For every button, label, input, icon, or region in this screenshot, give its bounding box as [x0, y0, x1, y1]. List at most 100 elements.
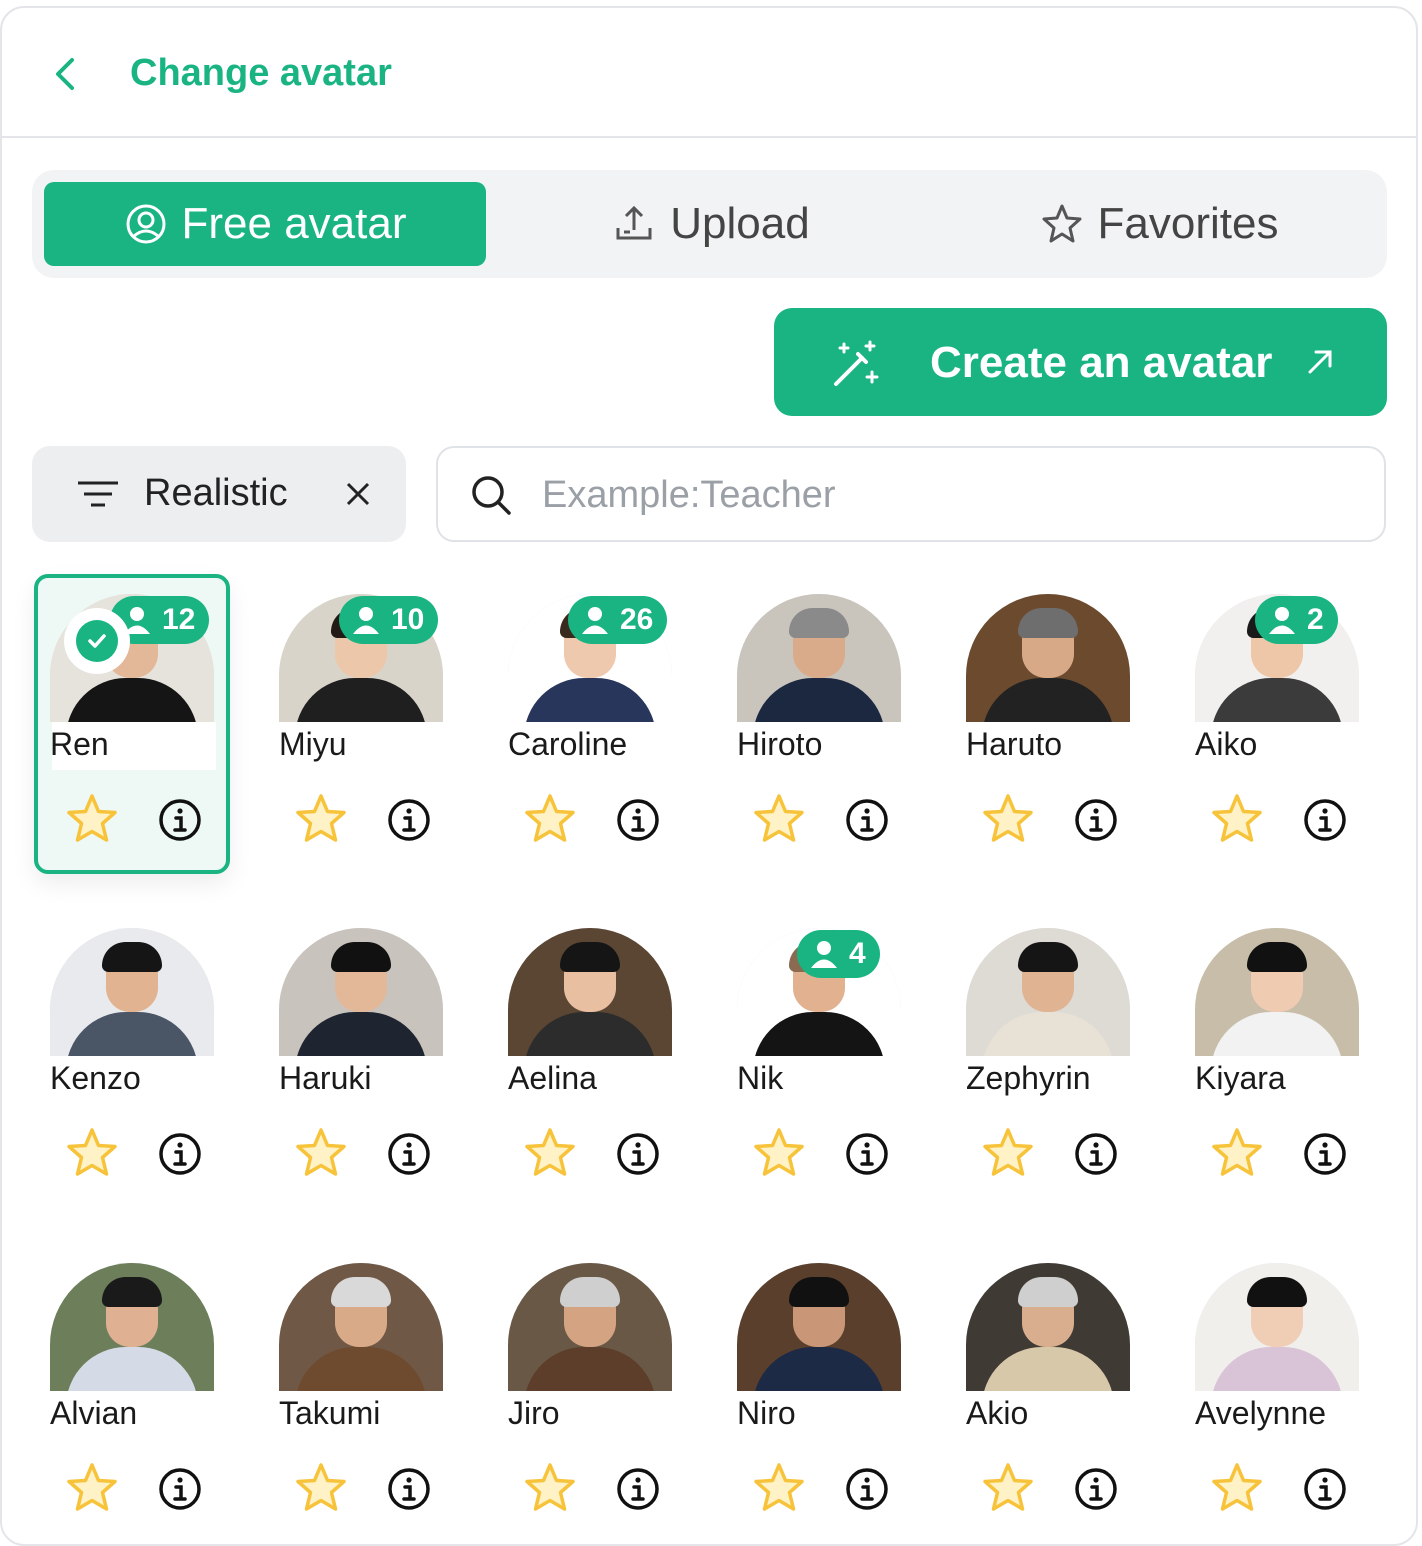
- favorite-star-icon[interactable]: [1209, 1461, 1265, 1517]
- info-icon[interactable]: [845, 1467, 889, 1511]
- info-icon[interactable]: [845, 798, 889, 842]
- usage-count: 2: [1307, 603, 1324, 636]
- info-icon[interactable]: [1074, 798, 1118, 842]
- avatar-thumbnail: [50, 1263, 214, 1391]
- favorite-star-icon[interactable]: [522, 1461, 578, 1517]
- avatar-thumbnail: [279, 1263, 443, 1391]
- avatar-thumbnail: [279, 928, 443, 1056]
- avatar-card-kiyara[interactable]: Kiyara: [1179, 908, 1375, 1208]
- avatar-thumbnail: [1195, 1263, 1359, 1391]
- favorite-star-icon[interactable]: [751, 1126, 807, 1182]
- usage-count: 4: [849, 937, 866, 970]
- info-icon[interactable]: [1303, 1132, 1347, 1176]
- info-icon[interactable]: [1303, 798, 1347, 842]
- info-icon[interactable]: [1074, 1467, 1118, 1511]
- style-filter-chip[interactable]: Realistic: [32, 446, 406, 542]
- upload-icon: [616, 205, 652, 240]
- tab-upload[interactable]: Upload: [486, 182, 936, 266]
- info-icon[interactable]: [616, 1132, 660, 1176]
- tab-free-avatar-label: Free avatar: [181, 199, 407, 248]
- favorite-star-icon[interactable]: [751, 792, 807, 848]
- usage-count-badge: 26: [568, 596, 668, 644]
- avatar-name: Kenzo: [50, 1060, 141, 1096]
- info-icon[interactable]: [158, 1467, 202, 1511]
- person-icon: [351, 605, 381, 635]
- avatar-card-aelina[interactable]: Aelina: [492, 908, 688, 1208]
- avatar-card-takumi[interactable]: Takumi: [263, 1243, 459, 1543]
- favorite-star-icon[interactable]: [522, 792, 578, 848]
- person-icon: [580, 605, 610, 635]
- info-icon[interactable]: [616, 798, 660, 842]
- usage-count: 12: [162, 603, 196, 636]
- favorite-star-icon[interactable]: [293, 1126, 349, 1182]
- star-outline-icon: [1042, 204, 1082, 243]
- avatar-card-caroline[interactable]: Caroline 26: [492, 574, 688, 874]
- avatar-card-kenzo[interactable]: Kenzo: [34, 908, 230, 1208]
- info-icon[interactable]: [387, 1132, 431, 1176]
- panel-header: Change avatar: [2, 8, 1416, 138]
- info-icon[interactable]: [616, 1467, 660, 1511]
- info-icon[interactable]: [1303, 1467, 1347, 1511]
- avatar-thumbnail: [50, 928, 214, 1056]
- favorite-star-icon[interactable]: [64, 792, 120, 848]
- avatar-name: Takumi: [279, 1395, 381, 1431]
- info-icon[interactable]: [387, 1467, 431, 1511]
- create-avatar-label: Create an avatar: [930, 338, 1273, 387]
- info-icon[interactable]: [1074, 1132, 1118, 1176]
- avatar-card-hiroto[interactable]: Hiroto: [721, 574, 917, 874]
- avatar-card-jiro[interactable]: Jiro: [492, 1243, 688, 1543]
- info-icon[interactable]: [158, 798, 202, 842]
- avatar-card-miyu[interactable]: Miyu 10: [263, 574, 459, 874]
- favorite-star-icon[interactable]: [64, 1126, 120, 1182]
- avatar-card-alvian[interactable]: Alvian: [34, 1243, 230, 1543]
- avatar-name: Ren: [50, 726, 109, 762]
- person-icon: [809, 939, 839, 969]
- avatar-card-avelynne[interactable]: Avelynne: [1179, 1243, 1375, 1543]
- avatar-name: Haruto: [966, 726, 1063, 762]
- avatar-name: Haruki: [279, 1060, 372, 1096]
- close-icon[interactable]: [344, 480, 372, 508]
- usage-count-badge: 4: [797, 930, 880, 978]
- usage-count-badge: 10: [339, 596, 439, 644]
- create-avatar-button[interactable]: Create an avatar: [774, 308, 1387, 416]
- favorite-star-icon[interactable]: [980, 1461, 1036, 1517]
- info-icon[interactable]: [387, 798, 431, 842]
- favorite-star-icon[interactable]: [522, 1126, 578, 1182]
- avatar-name: Kiyara: [1195, 1060, 1286, 1096]
- avatar-card-haruto[interactable]: Haruto: [950, 574, 1146, 874]
- avatar-card-haruki[interactable]: Haruki: [263, 908, 459, 1208]
- avatar-thumbnail: [508, 1263, 672, 1391]
- tab-free-avatar[interactable]: Free avatar: [44, 182, 486, 266]
- change-avatar-panel: Change avatar Free avatar Upload Favorit…: [0, 6, 1418, 1546]
- selected-check-icon: [64, 608, 130, 674]
- favorite-star-icon[interactable]: [980, 1126, 1036, 1182]
- favorite-star-icon[interactable]: [293, 1461, 349, 1517]
- avatar-card-nik[interactable]: Nik 4: [721, 908, 917, 1208]
- avatar-card-niro[interactable]: Niro: [721, 1243, 917, 1543]
- info-icon[interactable]: [845, 1132, 889, 1176]
- avatar-name: Caroline: [508, 726, 628, 762]
- favorite-star-icon[interactable]: [751, 1461, 807, 1517]
- favorite-star-icon[interactable]: [64, 1461, 120, 1517]
- avatar-card-aiko[interactable]: Aiko 2: [1179, 574, 1375, 874]
- tab-favorites[interactable]: Favorites: [936, 182, 1382, 266]
- favorite-star-icon[interactable]: [1209, 1126, 1265, 1182]
- usage-count-badge: 2: [1255, 596, 1338, 644]
- favorite-star-icon[interactable]: [293, 792, 349, 848]
- filter-lines-icon: [78, 481, 118, 507]
- avatar-name: Akio: [966, 1395, 1029, 1431]
- magic-wand-icon: [834, 340, 879, 386]
- page-title: Change avatar: [130, 52, 392, 94]
- favorite-star-icon[interactable]: [1209, 792, 1265, 848]
- avatar-name: Alvian: [50, 1395, 138, 1431]
- avatar-source-tabs: Free avatar Upload Favorites: [32, 170, 1387, 278]
- info-icon[interactable]: [158, 1132, 202, 1176]
- avatar-card-ren[interactable]: Ren 12: [34, 574, 230, 874]
- back-arrow-icon[interactable]: [46, 54, 86, 94]
- avatar-card-zephyrin[interactable]: Zephyrin: [950, 908, 1146, 1208]
- search-input[interactable]: [542, 466, 1342, 524]
- favorite-star-icon[interactable]: [980, 792, 1036, 848]
- avatar-name: Zephyrin: [966, 1060, 1091, 1096]
- avatar-card-akio[interactable]: Akio: [950, 1243, 1146, 1543]
- avatar-name: Jiro: [508, 1395, 560, 1431]
